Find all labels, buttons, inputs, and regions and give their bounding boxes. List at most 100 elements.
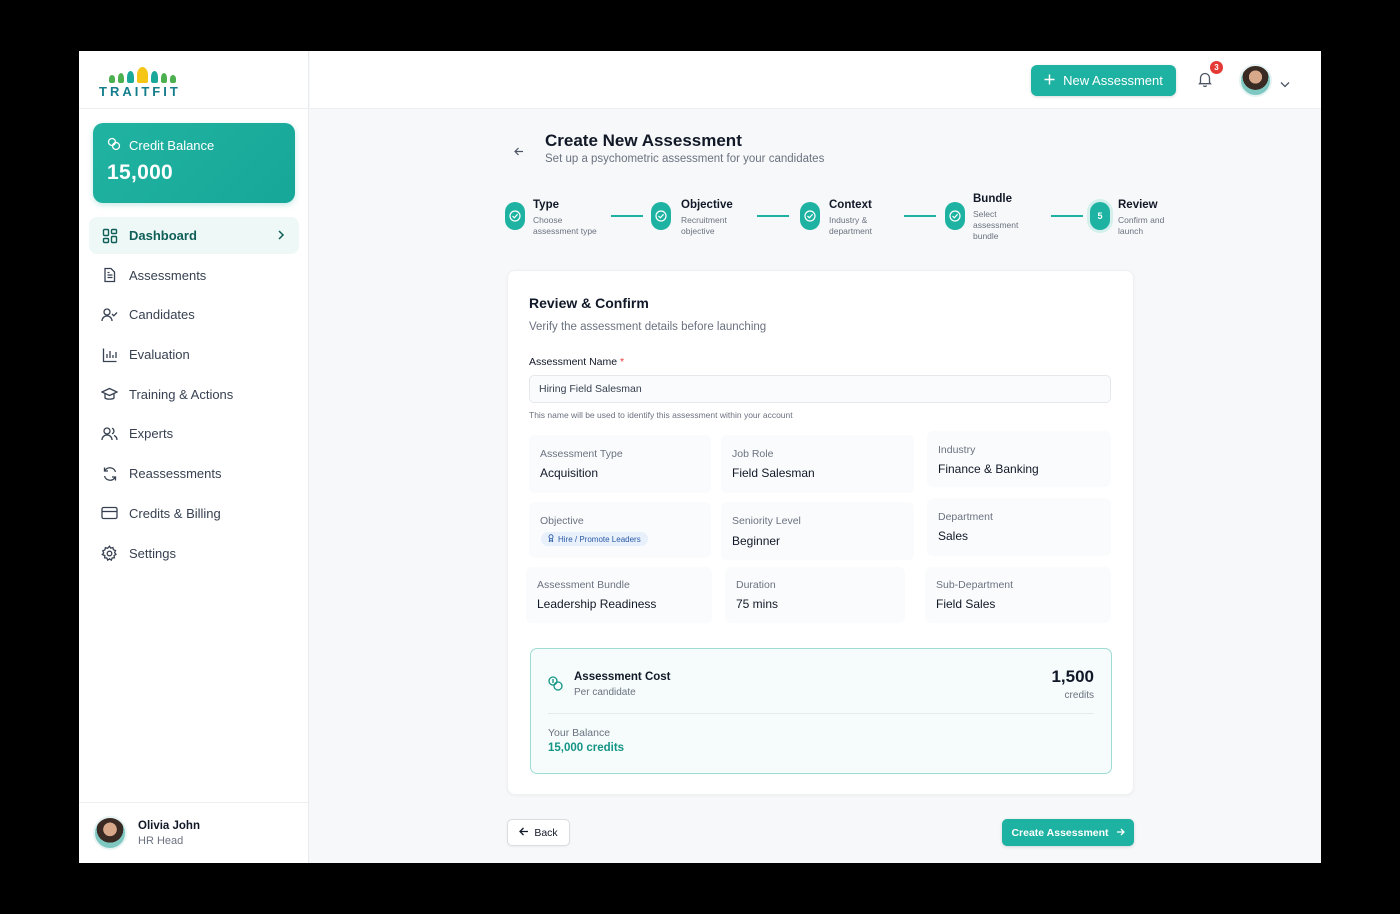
coins-icon xyxy=(107,137,121,154)
user-name: Olivia John xyxy=(138,819,200,832)
detail-value: Acquisition xyxy=(540,466,599,480)
sidebar-item-label: Training & Actions xyxy=(129,386,234,402)
refresh-icon xyxy=(101,465,118,482)
detail-sub-department: Sub-Department Field Sales xyxy=(925,567,1111,623)
credit-card-icon xyxy=(101,505,118,522)
divider xyxy=(548,713,1094,714)
progress-stepper: Type Choose assessment type Objective Re… xyxy=(505,193,1185,246)
users-icon xyxy=(101,425,118,442)
detail-label: Objective xyxy=(540,515,584,527)
avatar xyxy=(93,816,127,850)
sidebar: TRAITFIT Credit Balance 15,000 Dashboard xyxy=(79,51,309,863)
brand-name: TRAITFIT xyxy=(99,84,181,99)
coins-icon xyxy=(547,675,564,697)
detail-bundle: Assessment Bundle Leadership Readiness xyxy=(526,567,712,623)
sidebar-item-reassessments[interactable]: Reassessments xyxy=(89,455,299,492)
back-arrow-icon[interactable] xyxy=(514,143,524,161)
graduation-cap-icon xyxy=(101,386,118,403)
detail-objective: Objective Hire / Promote Leaders xyxy=(529,502,711,558)
assessment-name-hint: This name will be used to identify this … xyxy=(529,410,793,420)
credit-balance-label: Credit Balance xyxy=(129,138,215,153)
step-title: Type xyxy=(533,199,559,211)
award-icon xyxy=(548,534,554,544)
sidebar-item-label: Reassessments xyxy=(129,466,222,482)
required-marker: * xyxy=(620,356,625,368)
logo-figures-icon xyxy=(99,65,308,83)
create-assessment-button[interactable]: Create Assessment xyxy=(1002,819,1134,846)
detail-job-role: Job Role Field Salesman xyxy=(721,435,914,493)
detail-label: Duration xyxy=(736,579,776,591)
user-role: HR Head xyxy=(138,834,184,847)
page-title: Create New Assessment xyxy=(545,131,742,150)
app-window: TRAITFIT Credit Balance 15,000 Dashboard xyxy=(79,51,1321,863)
detail-label: Assessment Bundle xyxy=(537,579,630,591)
detail-value: Leadership Readiness xyxy=(537,597,657,611)
step-connector xyxy=(904,215,936,217)
detail-value: Finance & Banking xyxy=(938,462,1039,476)
step-desc: Choose assessment type xyxy=(533,215,597,236)
notification-badge: 3 xyxy=(1210,61,1223,74)
arrow-left-icon xyxy=(519,827,529,839)
review-subtitle: Verify the assessment details before lau… xyxy=(529,321,767,333)
check-circle-icon xyxy=(651,202,671,230)
sidebar-item-label: Settings xyxy=(129,545,176,561)
credit-balance-card[interactable]: Credit Balance 15,000 xyxy=(93,123,295,203)
sidebar-item-candidates[interactable]: Candidates xyxy=(89,296,299,333)
cost-subtitle: Per candidate xyxy=(574,687,636,698)
detail-seniority: Seniority Level Beginner xyxy=(721,502,914,560)
assessment-name-input[interactable]: Hiring Field Salesman xyxy=(529,375,1111,403)
sidebar-item-training[interactable]: Training & Actions xyxy=(89,376,299,413)
step-connector xyxy=(611,215,643,217)
cost-unit: credits xyxy=(1064,690,1094,701)
step-desc: Select assessment bundle xyxy=(973,209,1019,241)
bar-chart-icon xyxy=(101,346,118,363)
detail-department: Department Sales xyxy=(927,498,1111,556)
balance-label: Your Balance xyxy=(548,727,611,739)
assessment-name-label: Assessment Name * xyxy=(529,356,625,368)
page-subtitle: Set up a psychometric assessment for you… xyxy=(545,153,825,165)
detail-value: Sales xyxy=(938,529,969,543)
sidebar-item-dashboard[interactable]: Dashboard xyxy=(89,217,299,254)
user-profile[interactable]: Olivia John HR Head xyxy=(79,802,309,863)
back-button[interactable]: Back xyxy=(507,819,570,846)
detail-label: Assessment Type xyxy=(540,448,623,460)
cost-title: Assessment Cost xyxy=(574,671,671,683)
check-circle-icon xyxy=(800,202,820,230)
document-icon xyxy=(101,267,118,284)
step-title: Review xyxy=(1118,199,1158,211)
check-circle-icon xyxy=(945,202,965,230)
brand-logo[interactable]: TRAITFIT xyxy=(79,51,308,109)
sidebar-nav: Dashboard Assessments Candidates Evaluat… xyxy=(89,217,299,574)
chevron-down-icon[interactable] xyxy=(1280,75,1290,93)
sidebar-item-label: Credits & Billing xyxy=(129,505,221,521)
new-assessment-button[interactable]: New Assessment xyxy=(1031,65,1176,96)
topbar: New Assessment 3 xyxy=(310,51,1321,109)
sidebar-item-settings[interactable]: Settings xyxy=(89,535,299,572)
detail-industry: Industry Finance & Banking xyxy=(927,431,1111,487)
avatar[interactable] xyxy=(1239,64,1272,97)
review-card: Review & Confirm Verify the assessment d… xyxy=(507,270,1134,795)
review-title: Review & Confirm xyxy=(529,295,649,311)
detail-label: Sub-Department xyxy=(936,579,1014,591)
detail-value: Beginner xyxy=(732,534,781,548)
objective-chip: Hire / Promote Leaders xyxy=(541,532,648,546)
sidebar-item-assessments[interactable]: Assessments xyxy=(89,257,299,294)
sidebar-item-label: Experts xyxy=(129,426,174,442)
sidebar-item-credits-billing[interactable]: Credits & Billing xyxy=(89,495,299,532)
step-connector xyxy=(757,215,789,217)
plus-icon xyxy=(1044,73,1055,88)
gear-icon xyxy=(101,544,118,562)
sidebar-item-evaluation[interactable]: Evaluation xyxy=(89,336,299,373)
user-check-icon xyxy=(101,306,118,323)
step-connector xyxy=(1051,215,1083,217)
sidebar-item-experts[interactable]: Experts xyxy=(89,415,299,452)
back-label: Back xyxy=(534,826,558,839)
bell-icon[interactable] xyxy=(1198,71,1214,89)
cost-value: 1,500 xyxy=(1051,667,1094,686)
step-desc: Confirm and launch xyxy=(1118,215,1165,236)
assessment-cost-panel: Assessment Cost Per candidate 1,500 cred… xyxy=(530,648,1112,774)
detail-label: Industry xyxy=(938,444,976,456)
balance-value: 15,000 credits xyxy=(548,742,625,754)
detail-label: Department xyxy=(938,511,993,523)
detail-assessment-type: Assessment Type Acquisition xyxy=(529,435,711,493)
